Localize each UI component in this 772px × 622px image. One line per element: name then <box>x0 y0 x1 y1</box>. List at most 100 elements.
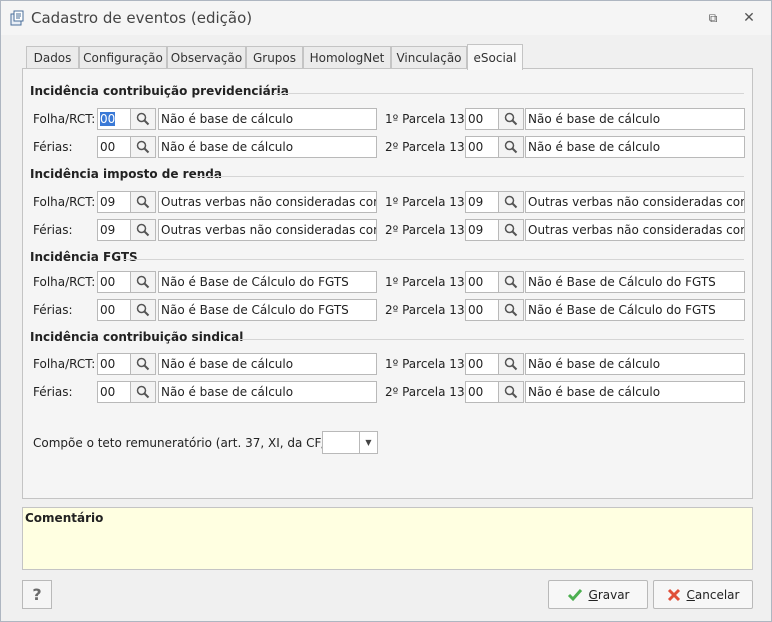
window-title: Cadastro de eventos (edição) <box>31 9 253 27</box>
tab-dados[interactable]: Dados <box>26 46 79 69</box>
parcela2-search-button[interactable] <box>499 219 524 241</box>
ferias-code-input[interactable]: 00 <box>97 136 131 158</box>
tab-vinculacao[interactable]: Vinculação <box>391 46 467 69</box>
close-window-icon[interactable]: ✕ <box>740 9 758 27</box>
tab-homolognet[interactable]: HomologNet <box>303 46 391 69</box>
search-icon <box>136 140 150 154</box>
section-divider <box>123 259 744 260</box>
folha-description: Não é Base de Cálculo do FGTS <box>158 271 377 293</box>
search-icon <box>504 112 518 126</box>
ferias-label: Férias: <box>33 140 73 154</box>
parcela2-search-button[interactable] <box>499 381 524 403</box>
parcela1-search-button[interactable] <box>499 191 524 213</box>
tab-grupos[interactable]: Grupos <box>246 46 303 69</box>
parcela2-code-input[interactable]: 00 <box>465 299 499 321</box>
parcela1-label: 1º Parcela 13º: <box>385 112 475 126</box>
section-divider <box>238 339 744 340</box>
search-icon <box>136 357 150 371</box>
cancel-label: Cancelar <box>686 587 740 602</box>
parcela1-label: 1º Parcela 13º: <box>385 357 475 371</box>
parcela1-search-button[interactable] <box>499 108 524 130</box>
parcela1-code-input[interactable]: 09 <box>465 191 499 213</box>
parcela2-code-input[interactable]: 09 <box>465 219 499 241</box>
search-icon <box>136 223 150 237</box>
section-title-imposto-renda: Incidência imposto de renda <box>30 167 222 181</box>
tab-esocial[interactable]: eSocial <box>467 44 523 70</box>
search-icon <box>504 357 518 371</box>
parcela2-description: Não é base de cálculo <box>525 136 745 158</box>
parcela1-code-input[interactable]: 00 <box>465 271 499 293</box>
parcela2-label: 2º Parcela 13º: <box>385 303 475 317</box>
section-title-fgts: Incidência FGTS <box>30 250 138 264</box>
ferias-search-button[interactable] <box>131 136 156 158</box>
parcela2-label: 2º Parcela 13º: <box>385 223 475 237</box>
search-icon <box>504 140 518 154</box>
parcela2-description: Não é Base de Cálculo do FGTS <box>525 299 745 321</box>
parcela1-description: Não é base de cálculo <box>525 353 745 375</box>
folha-code-input[interactable]: 00 <box>97 353 131 375</box>
ferias-description: Não é Base de Cálculo do FGTS <box>158 299 377 321</box>
cancel-x-icon <box>667 588 680 601</box>
parcela1-label: 1º Parcela 13º: <box>385 195 475 209</box>
section-divider <box>273 93 744 94</box>
checkmark-icon <box>567 588 582 601</box>
section-title-sindical: Incidência contribuição sindical <box>30 330 244 344</box>
parcela1-search-button[interactable] <box>499 271 524 293</box>
folha-search-button[interactable] <box>131 191 156 213</box>
save-label: Gravar <box>588 587 630 602</box>
search-icon <box>136 385 150 399</box>
help-button[interactable]: ? <box>22 580 52 609</box>
folha-search-button[interactable] <box>131 271 156 293</box>
ferias-description: Não é base de cálculo <box>158 381 377 403</box>
parcela1-label: 1º Parcela 13º: <box>385 275 475 289</box>
teto-label: Compõe o teto remuneratório (art. 37, XI… <box>33 436 361 450</box>
parcela2-search-button[interactable] <box>499 299 524 321</box>
search-icon <box>136 303 150 317</box>
parcela2-description: Outras verbas não consideradas como base… <box>525 219 745 241</box>
folha-code-input[interactable]: 09 <box>97 191 131 213</box>
ferias-label: Férias: <box>33 223 73 237</box>
search-icon <box>504 385 518 399</box>
folha-label: Folha/RCT: <box>33 195 96 209</box>
tab-observacao[interactable]: Observação <box>167 46 246 69</box>
ferias-search-button[interactable] <box>131 381 156 403</box>
folha-search-button[interactable] <box>131 353 156 375</box>
section-title-previdenciaria: Incidência contribuição previdenciária <box>30 84 289 98</box>
search-icon <box>504 303 518 317</box>
folha-description: Não é base de cálculo <box>158 353 377 375</box>
esocial-panel: Incidência contribuição previdenciária F… <box>22 68 753 499</box>
search-icon <box>136 275 150 289</box>
tab-configuracao[interactable]: Configuração <box>79 46 167 69</box>
parcela2-search-button[interactable] <box>499 136 524 158</box>
ferias-code-input[interactable]: 09 <box>97 219 131 241</box>
parcela2-code-input[interactable]: 00 <box>465 381 499 403</box>
event-editor-window: Cadastro de eventos (edição) ⧉ ✕ Dados C… <box>0 0 772 622</box>
ferias-code-input[interactable]: 00 <box>97 381 131 403</box>
folha-search-button[interactable] <box>131 108 156 130</box>
search-icon <box>136 112 150 126</box>
parcela1-description: Outras verbas não consideradas como base… <box>525 191 745 213</box>
ferias-search-button[interactable] <box>131 299 156 321</box>
parcela1-description: Não é Base de Cálculo do FGTS <box>525 271 745 293</box>
parcela1-search-button[interactable] <box>499 353 524 375</box>
teto-dropdown[interactable]: ▼ <box>322 431 378 454</box>
parcela1-code-input[interactable]: 00 <box>465 353 499 375</box>
ferias-code-input[interactable]: 00 <box>97 299 131 321</box>
parcela2-label: 2º Parcela 13º: <box>385 140 475 154</box>
parcela1-code-input[interactable]: 00 <box>465 108 499 130</box>
comment-box[interactable]: Comentário <box>22 507 753 570</box>
search-icon <box>136 195 150 209</box>
parcela2-description: Não é base de cálculo <box>525 381 745 403</box>
folha-code-input[interactable]: 00 <box>97 108 131 130</box>
comment-label: Comentário <box>25 511 104 525</box>
ferias-search-button[interactable] <box>131 219 156 241</box>
title-bar: Cadastro de eventos (edição) ⧉ ✕ <box>1 1 771 35</box>
parcela2-code-input[interactable]: 00 <box>465 136 499 158</box>
chevron-down-icon[interactable]: ▼ <box>359 432 377 453</box>
folha-code-input[interactable]: 00 <box>97 271 131 293</box>
app-icon <box>10 10 24 26</box>
folha-description: Outras verbas não consideradas como base… <box>158 191 377 213</box>
save-button[interactable]: Gravar <box>548 580 648 609</box>
restore-window-icon[interactable]: ⧉ <box>704 9 722 27</box>
cancel-button[interactable]: Cancelar <box>653 580 753 609</box>
